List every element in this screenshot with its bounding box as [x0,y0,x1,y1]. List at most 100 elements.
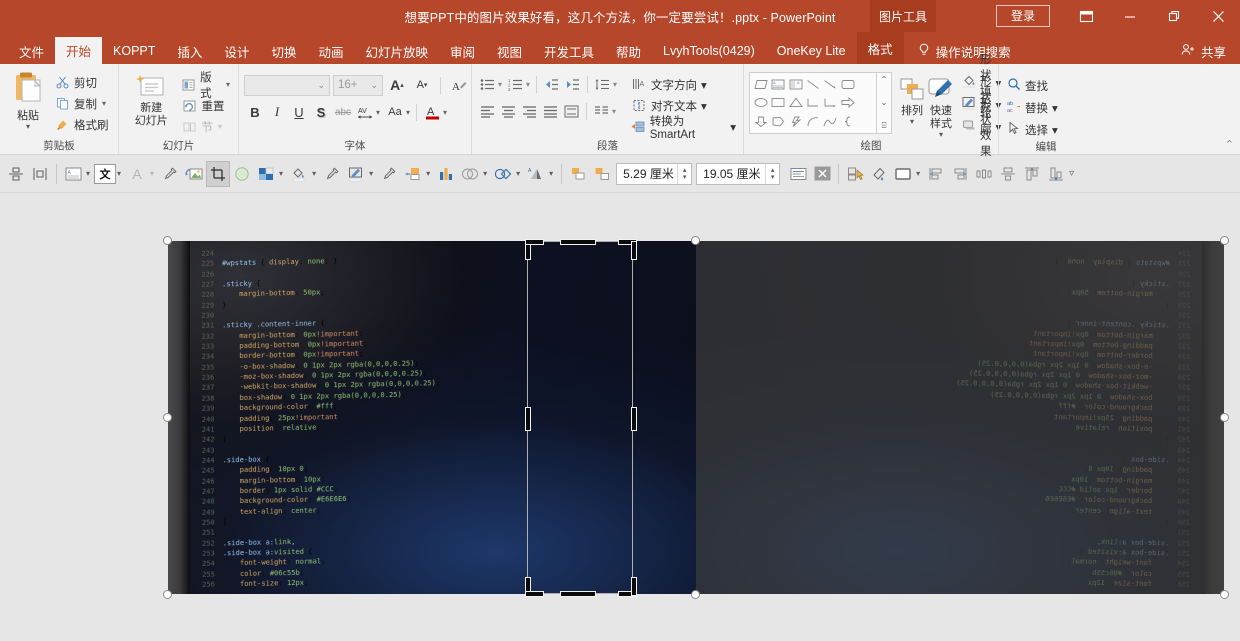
picture-placeholder-code-screen[interactable]: 224 225 #wpstats { display: none; } 226 2… [168,241,1224,594]
close-button[interactable] [1196,0,1240,32]
paste-button[interactable]: 粘贴 ▾ [5,69,51,131]
layout-button[interactable]: 版式 ▾ [179,72,234,100]
replace-button[interactable]: ab ac 替换 ▾ [1004,97,1061,118]
font-size-input[interactable]: 16+ ⌄ [333,74,383,96]
shape-curve-icon[interactable] [822,112,839,131]
align-center-icon[interactable] [498,101,519,122]
bold-icon[interactable]: B [244,101,266,123]
shape-frame-icon[interactable] [891,161,915,187]
tab-file[interactable]: 文件 [8,38,55,64]
shape-block-arrow-icon[interactable] [839,94,856,113]
tab-onekey-lite[interactable]: OneKey Lite [766,38,857,64]
underline-icon[interactable]: U [288,101,310,123]
ribbon-display-options-icon[interactable] [1064,0,1108,32]
change-case-caret[interactable]: ▾ [406,108,410,117]
select-caret[interactable]: ▾ [1052,123,1058,137]
shape-frame-caret[interactable]: ▾ [915,161,924,187]
shape-elbow-arrow-icon[interactable] [822,94,839,113]
text-shadow-icon[interactable]: S [310,101,332,123]
line-spacing-caret[interactable]: ▾ [613,80,617,89]
shape-arc-icon[interactable] [804,112,821,131]
picture-styles-caret[interactable]: ▾ [278,161,287,187]
shape-triangle-icon[interactable] [787,94,804,113]
shape-parallelogram-icon[interactable] [752,75,769,94]
minimize-button[interactable] [1108,0,1152,32]
bring-forward-caret[interactable]: ▾ [425,161,434,187]
tab-format[interactable]: 格式 [856,32,904,64]
tab-animations[interactable]: 动画 [307,38,354,64]
eyedropper-outline-icon[interactable] [377,161,401,187]
shape-width-input[interactable]: 19.05 厘米 ▴ ▾ [696,162,781,185]
selection-pane-icon[interactable] [843,161,867,187]
shapes-gallery[interactable]: A A ⌃ ⌄ ⌹ [749,72,892,134]
align-text-caret[interactable]: ▾ [701,99,707,113]
distribute-object-icon[interactable] [28,161,52,187]
tab-review[interactable]: 审阅 [439,38,486,64]
shape-outline-pen-caret[interactable]: ▾ [368,161,377,187]
font-color-a-caret[interactable]: ▾ [149,161,158,187]
tab-design[interactable]: 设计 [213,38,260,64]
shrink-font-icon[interactable]: A ▾ [411,74,433,96]
shape-line-icon[interactable] [804,75,821,94]
text-direction-box-icon[interactable]: 文 [94,163,117,184]
find-button[interactable]: 查找 [1004,75,1061,96]
share-button[interactable]: 共享 [1181,38,1240,64]
quick-styles-caret[interactable]: ▾ [939,131,943,139]
distributed-align-icon[interactable] [561,101,582,122]
clear-formatting-icon[interactable]: A [448,74,470,96]
bullets-caret[interactable]: ▾ [498,80,502,89]
gallery-more-icon[interactable]: ⌹ [882,121,887,131]
shape-fill-bucket-icon[interactable] [287,161,311,187]
slide-area[interactable]: 224 225 #wpstats { display: none; } 226 2… [168,241,1224,594]
justify-icon[interactable] [540,101,561,122]
shape-ellipse-icon[interactable] [752,94,769,113]
align-center-obj-icon[interactable] [996,161,1020,187]
align-left-obj-icon[interactable] [924,161,948,187]
tab-koppt[interactable]: KOPPT [102,38,166,64]
more-chevron-icon[interactable]: ▿ [1068,161,1078,187]
shape-effects-3d-icon[interactable]: A [524,161,548,187]
shape-down-arrow-icon[interactable] [752,112,769,131]
quick-styles-button[interactable]: 快速样式 ▾ [926,72,956,139]
shape-brace-icon[interactable] [839,112,856,131]
close-x-icon[interactable] [810,161,834,187]
increase-indent-icon[interactable] [562,74,583,95]
strikethrough-icon[interactable]: abc [332,101,354,123]
align-bottom-obj-icon[interactable] [1044,161,1068,187]
columns-caret[interactable]: ▾ [612,107,616,116]
tell-me-search[interactable]: 操作说明搜索 [908,38,1021,64]
numbering-caret[interactable]: ▾ [526,80,530,89]
group-objects-icon[interactable] [566,161,590,187]
layout-dropdown-caret[interactable]: ▾ [226,80,230,89]
sign-in-button[interactable]: 登录 [995,5,1050,27]
picture-styles-icon[interactable] [254,161,278,187]
shape-arrow-line-icon[interactable] [822,75,839,94]
convert-to-smartart-button[interactable]: 转换为 SmartArt ▾ [629,116,738,141]
font-name-input[interactable]: ⌄ [244,74,330,96]
reset-button[interactable]: 重置 [179,95,234,116]
align-top-obj-icon[interactable] [1020,161,1044,187]
character-spacing-icon[interactable]: AV [354,101,376,123]
shape-vertical-textbox-icon[interactable]: A [787,75,804,94]
distribute-h-icon[interactable] [972,161,996,187]
shape-pentagon-icon[interactable] [769,112,786,131]
shape-circle-icon[interactable] [230,161,254,187]
merge-shapes-caret[interactable]: ▾ [482,161,491,187]
tab-transitions[interactable]: 切换 [260,38,307,64]
text-direction-box-caret[interactable]: ▾ [116,161,125,187]
select-button[interactable]: 选择 ▾ [1004,119,1061,140]
merge-shapes-icon[interactable] [458,161,482,187]
shape-union-icon[interactable] [491,161,515,187]
font-name-chevron-down-icon[interactable]: ⌄ [317,80,325,91]
shapes-gallery-scrollbar[interactable]: ⌃ ⌄ ⌹ [877,72,892,134]
slide-canvas[interactable]: 224 225 #wpstats { display: none; } 226 2… [0,193,1240,639]
restore-button[interactable] [1152,0,1196,32]
bring-forward-icon[interactable] [401,161,425,187]
shape-width-stepper[interactable]: ▴ ▾ [765,163,779,184]
shape-effects-3d-caret[interactable]: ▾ [548,161,557,187]
shape-lightning-icon[interactable] [787,112,804,131]
shape-outline-pen-icon[interactable] [344,161,368,187]
chart-icon[interactable] [434,161,458,187]
align-right-icon[interactable] [519,101,540,122]
new-slide-button[interactable]: 新建 幻灯片 [124,69,179,128]
